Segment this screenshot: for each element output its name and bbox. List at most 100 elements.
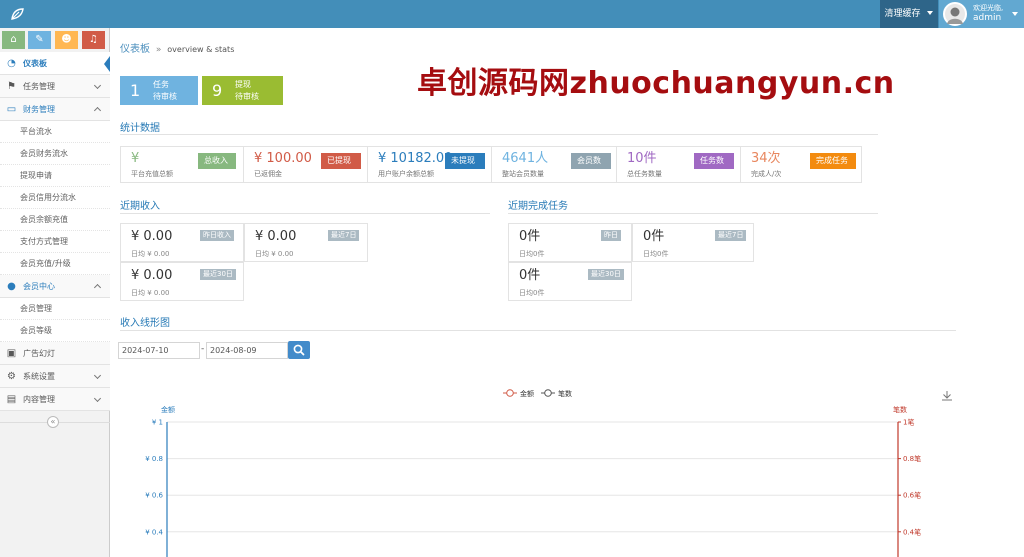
breadcrumb-home-link[interactable]: 仪表板: [120, 44, 150, 55]
watermark-text: 卓创源码网zhuochuangyun.cn: [417, 66, 895, 101]
sidebar-subitem-label: 会员等级: [20, 326, 52, 335]
pending-withdraw-tile[interactable]: 9 提现 待审核: [202, 76, 283, 105]
stat-value: ¥ 10182.00: [378, 151, 453, 166]
sidebar-subitem[interactable]: 平台流水: [0, 121, 110, 143]
stat-completed: 34次 完成人/次 完成任务: [741, 147, 862, 182]
stat-task-count: 10件 总任务数量 任务数: [617, 147, 741, 182]
download-icon: [942, 391, 952, 401]
stat-caption: 整站会员数量: [502, 170, 544, 178]
box-tag: 昨日收入: [200, 230, 234, 241]
sidebar-subitem[interactable]: 会员等级: [0, 320, 110, 342]
sidebar-subitem[interactable]: 会员管理: [0, 298, 110, 320]
sidebar: ⌂ ✎ ☻ ♫ ◔ 仪表板 ⚑ 任务管理 ▭ 财务管理 平台流水 会员财务流水 …: [0, 28, 110, 557]
chevron-up-icon: [93, 106, 102, 115]
bell-shortcut-button[interactable]: ♫: [82, 31, 105, 49]
sidebar-subitem[interactable]: 会员财务流水: [0, 143, 110, 165]
box-tag: 最近7日: [328, 230, 360, 241]
stat-value: 10件: [627, 151, 657, 166]
box-tag: 最近7日: [715, 230, 747, 241]
pending-tasks-tile[interactable]: 1 任务 待审核: [120, 76, 198, 105]
clear-cache-label: 清理缓存: [884, 9, 921, 19]
legend-label: 金额: [520, 389, 534, 398]
book-icon: ▤: [6, 394, 17, 405]
income-yesterday-box: ¥ 0.00 日均 ¥ 0.00 昨日收入: [120, 223, 244, 262]
home-shortcut-button[interactable]: ⌂: [2, 31, 25, 49]
sidebar-item-finance[interactable]: ▭ 财务管理: [0, 98, 110, 121]
tile-label: 提现: [235, 80, 251, 89]
sidebar-subitem-label: 会员充值/升级: [20, 259, 71, 268]
sidebar-item-members[interactable]: ● 会员中心: [0, 275, 110, 298]
breadcrumb: 仪表板 » overview & stats: [120, 40, 234, 55]
user-icon: ●: [7, 281, 16, 292]
users-shortcut-button[interactable]: ☻: [55, 31, 78, 49]
chevron-down-icon: [93, 81, 102, 90]
sidebar-item-dashboard[interactable]: ◔ 仪表板: [0, 52, 110, 75]
stat-badge: 已提现: [321, 153, 361, 169]
sidebar-subitem[interactable]: 会员充值/升级: [0, 253, 110, 275]
sidebar-item-content[interactable]: ▤ 内容管理: [0, 388, 110, 411]
tasks-yesterday-box: 0件 日均0件 昨日: [508, 223, 632, 262]
stat-value: 34次: [751, 151, 781, 166]
legend-marker: [506, 389, 514, 397]
box-tag: 最近30日: [588, 269, 624, 280]
box-daily-avg: 日均0件: [643, 250, 669, 258]
stat-total-income: ¥ 平台充值总额 总收入: [121, 147, 244, 182]
left-tick-label: ¥ 0.6: [145, 492, 163, 500]
chevron-down-icon: [927, 11, 934, 15]
sidebar-subitem-label: 平台流水: [20, 127, 52, 136]
stat-caption: 总任务数量: [627, 170, 662, 178]
sidebar-subitem[interactable]: 会员余额充值: [0, 209, 110, 231]
breadcrumb-separator: »: [155, 45, 162, 55]
sidebar-item-label: 会员中心: [23, 282, 55, 291]
divider: [120, 213, 490, 214]
sidebar-item-label: 任务管理: [23, 82, 55, 91]
stat-members: 4641人 整站会员数量 会员数: [492, 147, 617, 182]
sidebar-subitem-label: 会员管理: [20, 304, 52, 313]
sidebar-subitem[interactable]: 会员信用分流水: [0, 187, 110, 209]
income-line-chart: 金额 笔数金额 笔数¥ 1 1笔¥ 0.8 0.8笔¥ 0.6 0.6笔¥ 0.4 0.4笔…: [145, 389, 952, 557]
stat-caption: 平台充值总额: [131, 170, 173, 178]
box-daily-avg: 日均0件: [519, 289, 545, 297]
picture-icon: ▣: [6, 348, 17, 359]
box-daily-avg: 日均 ¥ 0.00: [131, 250, 170, 258]
flag-icon: ⚑: [7, 81, 16, 92]
sidebar-subitem[interactable]: 提现申请: [0, 165, 110, 187]
stat-badge: 完成任务: [810, 153, 856, 169]
sidebar-item-settings[interactable]: ⚙ 系统设置: [0, 365, 110, 388]
legend-marker: [544, 389, 552, 397]
box-amount: ¥ 0.00: [131, 229, 173, 244]
chevron-down-icon: [1012, 12, 1018, 16]
top-navbar: 清理缓存 欢迎光临, admin: [0, 0, 1024, 28]
sidebar-subitem-label: 支付方式管理: [20, 237, 68, 246]
sidebar-item-tasks[interactable]: ⚑ 任务管理: [0, 75, 110, 98]
leaf-logo-icon[interactable]: [10, 7, 24, 21]
left-tick-label: ¥ 1: [152, 419, 163, 427]
tile-sublabel: 待审核: [235, 92, 259, 101]
stat-value: ¥ 100.00: [254, 151, 312, 166]
right-tick-label: 1笔: [903, 418, 914, 427]
sidebar-collapse-button[interactable]: «: [47, 416, 59, 428]
sidebar-item-ads[interactable]: ▣ 广告幻灯: [0, 342, 110, 365]
sidebar-item-label: 广告幻灯: [23, 349, 55, 358]
chevron-up-icon: [93, 283, 102, 292]
edit-shortcut-button[interactable]: ✎: [28, 31, 51, 49]
clear-cache-menu[interactable]: 清理缓存: [880, 0, 938, 28]
avatar: [943, 2, 967, 26]
gear-icon: ⚙: [7, 371, 16, 382]
stat-caption: 用户账户余额总额: [378, 170, 434, 178]
legend-label: 笔数: [558, 389, 572, 398]
sidebar-subitem[interactable]: 支付方式管理: [0, 231, 110, 253]
left-tick-label: ¥ 0.8: [145, 455, 163, 463]
right-tick-label: 0.6笔: [903, 491, 921, 500]
income-title: 近期收入: [120, 201, 160, 212]
left-tick-label: ¥ 0.4: [145, 528, 163, 536]
welcome-text: 欢迎光临,: [973, 4, 1004, 12]
box-amount: ¥ 0.00: [255, 229, 297, 244]
tile-count: 9: [212, 81, 223, 100]
sidebar-subitem-label: 提现申请: [20, 171, 52, 180]
box-tag: 最近30日: [200, 269, 236, 280]
stat-caption: 完成人/次: [751, 170, 782, 178]
user-menu[interactable]: 欢迎光临, admin: [939, 0, 1024, 28]
box-amount: 0件: [519, 229, 541, 244]
stat-value: 4641人: [502, 151, 549, 166]
